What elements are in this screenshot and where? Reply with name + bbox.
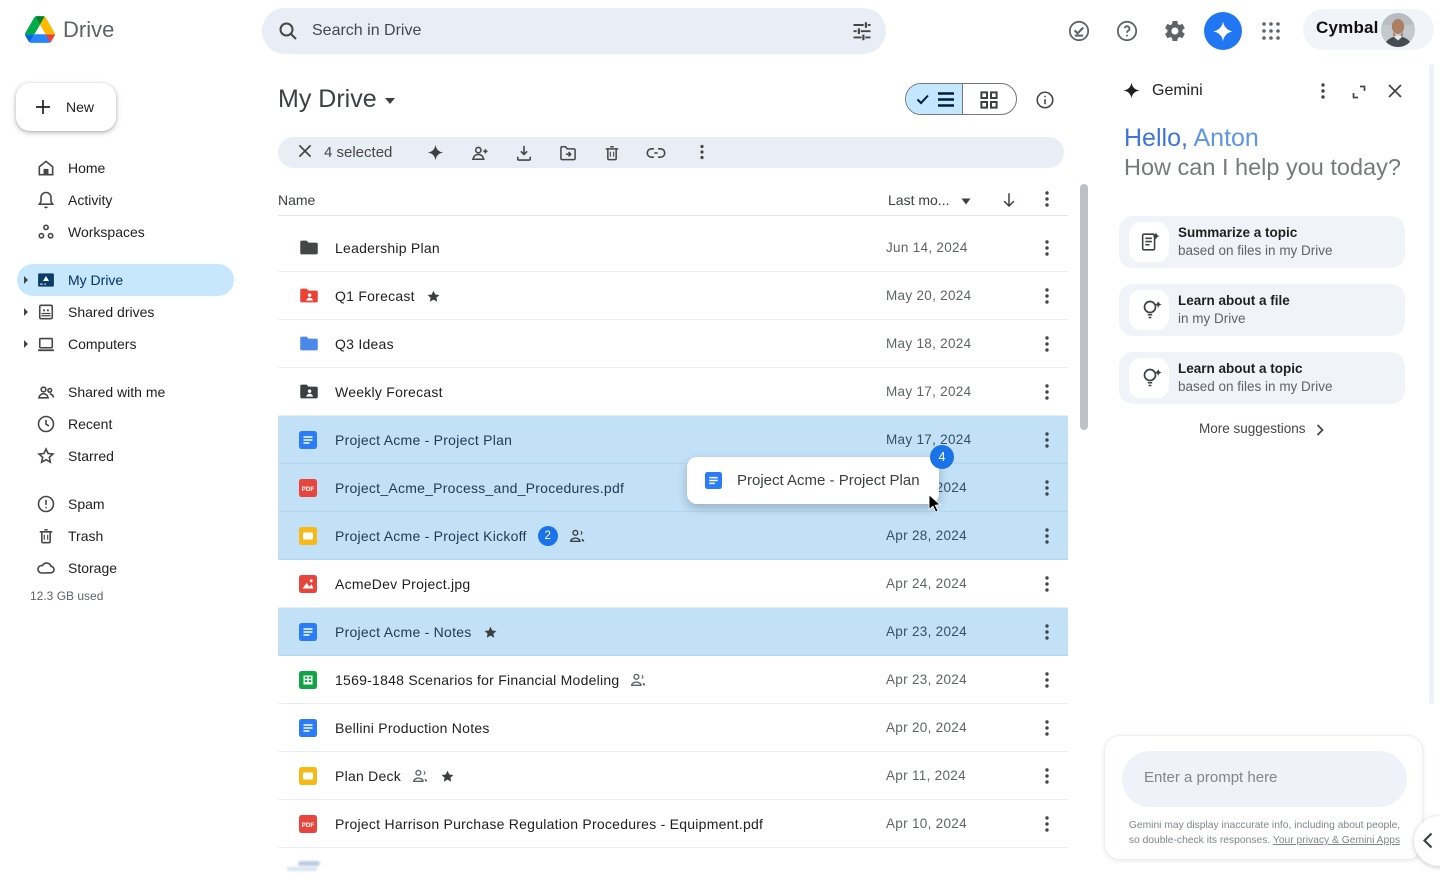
svg-text:PDF: PDF: [302, 486, 315, 493]
svg-text:PDF: PDF: [302, 822, 315, 829]
